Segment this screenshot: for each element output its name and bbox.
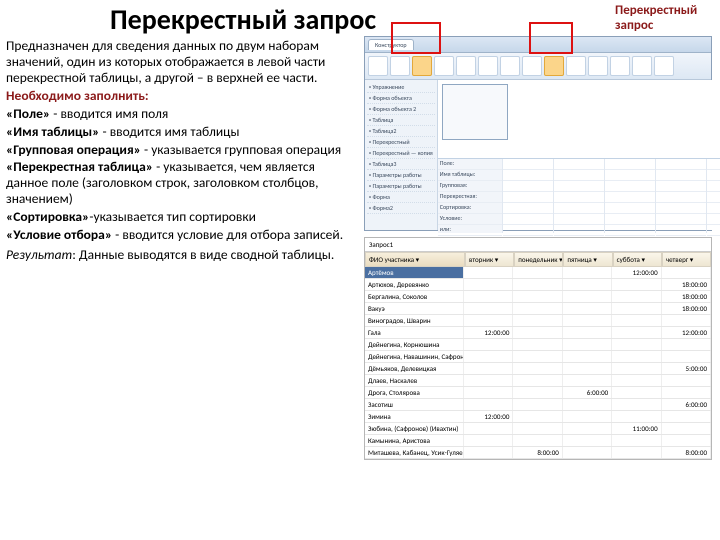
groupop-text: - указывается групповая операция bbox=[141, 141, 341, 158]
nav-item[interactable]: ▫ Перекрестный bbox=[367, 137, 435, 148]
nav-item[interactable]: ▫ Форма2 bbox=[367, 203, 435, 214]
corner-tag: Перекрестный запрос bbox=[615, 4, 710, 34]
column-header[interactable]: понедельник ▾ bbox=[514, 252, 563, 267]
column-header[interactable]: пятница ▾ bbox=[563, 252, 612, 267]
nav-item[interactable]: ▫ Перекрестный — копия bbox=[367, 148, 435, 159]
left-text-block: Предназначен для сведения данных по двум… bbox=[6, 38, 358, 265]
query-design-area[interactable]: Поле:Имя таблицы:Групповая:Перекрестная:… bbox=[438, 80, 720, 230]
column-header[interactable]: вторник ▾ bbox=[465, 252, 514, 267]
table-row[interactable]: Зюбина, (Сафронов) (Ивахтин)11:00:00 bbox=[365, 423, 711, 435]
toolbar-button[interactable] bbox=[434, 56, 454, 76]
toolbar-button[interactable] bbox=[610, 56, 630, 76]
access-design-window: Конструктор ▫ Упражн bbox=[364, 36, 712, 231]
nav-item[interactable]: ▫ Форма bbox=[367, 192, 435, 203]
table-box[interactable] bbox=[442, 84, 508, 140]
toolbar-button[interactable] bbox=[368, 56, 388, 76]
toolbar-button[interactable] bbox=[588, 56, 608, 76]
table-row[interactable]: Дейнегина, Навашинин, Сафронов bbox=[365, 351, 711, 363]
result-label: Результат bbox=[6, 246, 72, 263]
nav-item[interactable]: ▫ Форма объекта 2 bbox=[367, 104, 435, 115]
nav-item[interactable]: ▫ Таблица2 bbox=[367, 126, 435, 137]
table-row[interactable]: Гала12:00:0012:00:00 bbox=[365, 327, 711, 339]
nav-item[interactable]: ▫ Параметры работы bbox=[367, 170, 435, 181]
sort-text: -указывается тип сортировки bbox=[89, 208, 256, 225]
column-header[interactable]: четверг ▾ bbox=[662, 252, 711, 267]
toolbar-button[interactable] bbox=[522, 56, 542, 76]
red-highlight-box bbox=[529, 22, 573, 54]
table-row[interactable]: Дейнегина, Корнюшина bbox=[365, 339, 711, 351]
table-row[interactable]: Засотиш6:00:00 bbox=[365, 399, 711, 411]
nav-item[interactable]: ▫ Таблица bbox=[367, 115, 435, 126]
result-text: : Данные выводятся в виде сводной таблиц… bbox=[72, 246, 334, 263]
must-fill-heading: Необходимо заполнить: bbox=[6, 87, 149, 104]
toolbar-button[interactable] bbox=[478, 56, 498, 76]
nav-item[interactable]: ▫ Форма объекта bbox=[367, 93, 435, 104]
table-row[interactable]: Вакуэ18:00:00 bbox=[365, 303, 711, 315]
field-label: «Поле» bbox=[6, 105, 50, 122]
toolbar-button[interactable] bbox=[566, 56, 586, 76]
table-row[interactable]: Миташева, Кабанец, Усик-Гуляе8:00:008:00… bbox=[365, 447, 711, 459]
table-row[interactable]: Артюхов, Деревянко18:00:00 bbox=[365, 279, 711, 291]
table-row[interactable]: Дрога, Столярова6:00:00 bbox=[365, 387, 711, 399]
intro-paragraph: Предназначен для сведения данных по двум… bbox=[6, 38, 358, 86]
nav-item[interactable]: ▫ Упражнение bbox=[367, 82, 435, 93]
toolbar-button[interactable] bbox=[456, 56, 476, 76]
condition-label: «Условие отбора» bbox=[6, 226, 112, 243]
red-highlight-box bbox=[391, 22, 441, 54]
toolbar bbox=[365, 53, 711, 80]
table-row[interactable]: Бергалина, Соколов18:00:00 bbox=[365, 291, 711, 303]
table-body: Артёмов12:00:00Артюхов, Деревянко18:00:0… bbox=[365, 267, 711, 459]
toolbar-button[interactable] bbox=[390, 56, 410, 76]
table-row[interactable]: Длаев, Наскалев bbox=[365, 375, 711, 387]
slide-title: Перекрестный запрос bbox=[110, 2, 376, 37]
datasheet-title: Запрос1 bbox=[365, 238, 711, 252]
table-header-row: ФИО участника ▾вторник ▾понедельник ▾пят… bbox=[365, 252, 711, 267]
groupop-label: «Групповая операция» bbox=[6, 141, 141, 158]
column-header[interactable]: ФИО участника ▾ bbox=[365, 252, 465, 267]
tablename-text: - вводится имя таблицы bbox=[99, 123, 239, 140]
nav-item[interactable]: ▫ Параметры работы bbox=[367, 181, 435, 192]
table-row[interactable]: Камынина, Аристова bbox=[365, 435, 711, 447]
toolbar-button-highlighted[interactable] bbox=[544, 56, 564, 76]
crosstab-label: «Перекрестная таблица» bbox=[6, 158, 153, 175]
table-row[interactable]: Артёмов12:00:00 bbox=[365, 267, 711, 279]
nav-item[interactable]: ▫ Таблица3 bbox=[367, 159, 435, 170]
tablename-label: «Имя таблицы» bbox=[6, 123, 99, 140]
column-header[interactable]: суббота ▾ bbox=[613, 252, 662, 267]
table-row[interactable]: Зимина12:00:00 bbox=[365, 411, 711, 423]
toolbar-button[interactable] bbox=[632, 56, 652, 76]
result-datasheet: Запрос1 ФИО участника ▾вторник ▾понедель… bbox=[364, 237, 712, 460]
field-text: - вводится имя поля bbox=[50, 105, 168, 122]
toolbar-button[interactable] bbox=[500, 56, 520, 76]
navigation-pane[interactable]: ▫ Упражнение▫ Форма объекта▫ Форма объек… bbox=[365, 80, 438, 230]
toolbar-button[interactable] bbox=[654, 56, 674, 76]
condition-text: - вводится условие для отбора записей. bbox=[112, 226, 343, 243]
table-row[interactable]: Виноградов, Шварин bbox=[365, 315, 711, 327]
toolbar-button-highlighted[interactable] bbox=[412, 56, 432, 76]
table-row[interactable]: Дёмьяков, Делевицкая5:00:00 bbox=[365, 363, 711, 375]
sort-label: «Сортировка» bbox=[6, 208, 89, 225]
design-grid[interactable]: Поле:Имя таблицы:Групповая:Перекрестная:… bbox=[438, 158, 720, 233]
